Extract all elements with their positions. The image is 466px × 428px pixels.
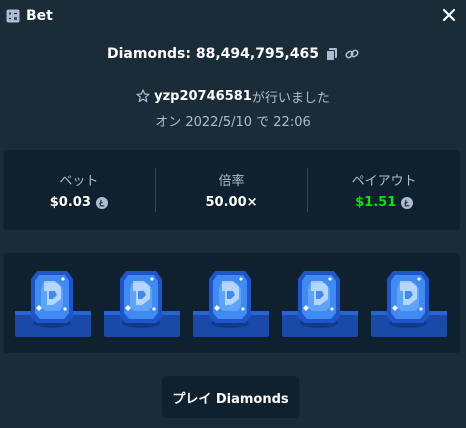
close-button[interactable] xyxy=(440,6,458,24)
payout-stat: ペイアウト $1.51 xyxy=(308,150,460,230)
placed-by-suffix: が行いました xyxy=(251,90,330,106)
play-diamonds-button[interactable]: プレイ Diamonds xyxy=(162,376,299,418)
payout-label: ペイアウト xyxy=(351,174,417,189)
multiplier-label: 倍率 xyxy=(218,174,245,189)
copy-icon[interactable] xyxy=(325,47,339,61)
multiplier-value: 50.00× xyxy=(205,195,258,210)
litecoin-icon xyxy=(95,196,108,209)
gem-slot xyxy=(15,253,91,353)
blue-diamond-icon xyxy=(120,271,162,328)
gem-slot xyxy=(193,253,269,353)
gem-slot xyxy=(371,253,447,353)
blue-diamond-icon xyxy=(387,271,429,328)
bet-amount-label: ベット xyxy=(59,174,99,189)
placed-by-row: yzp20746581 が行いました xyxy=(0,86,466,106)
bet-date: オン 2022/5/10 で 22:06 xyxy=(155,115,311,130)
bet-slip-icon xyxy=(6,9,20,23)
close-icon xyxy=(442,8,456,22)
modal-header: Bet xyxy=(0,0,466,32)
username-link[interactable]: yzp20746581 xyxy=(154,89,252,104)
multiplier-stat: 倍率 50.00× xyxy=(156,150,308,230)
blue-diamond-icon xyxy=(298,271,340,328)
bet-amount-value: $0.03 xyxy=(49,195,91,210)
link-icon[interactable] xyxy=(345,47,359,61)
bet-id: Diamonds: 88,494,795,465 xyxy=(107,46,319,62)
modal-title: Bet xyxy=(26,8,53,24)
blue-diamond-icon xyxy=(209,271,251,328)
bet-amount-value-row: $0.03 xyxy=(50,195,108,210)
bet-amount-stat: ベット $0.03 xyxy=(3,150,155,230)
bet-id-row: Diamonds: 88,494,795,465 xyxy=(0,43,466,65)
litecoin-icon xyxy=(401,196,414,209)
diamonds-board xyxy=(3,253,460,353)
blue-diamond-icon xyxy=(31,271,73,328)
star-outline-icon[interactable] xyxy=(136,89,150,103)
gem-slot xyxy=(282,253,358,353)
gem-slot xyxy=(104,253,180,353)
payout-value: $1.51 xyxy=(355,195,397,210)
stats-panel: ベット $0.03 倍率 50.00× ペイアウト $1.51 xyxy=(3,150,460,230)
payout-value-row: $1.51 xyxy=(355,195,414,210)
